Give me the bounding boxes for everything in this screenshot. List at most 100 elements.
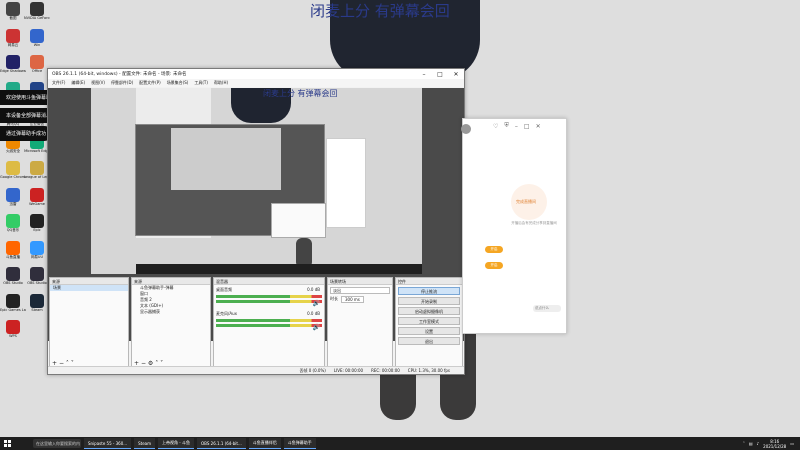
mixer-channel-db: 0.0 dB — [307, 287, 320, 292]
settings-button[interactable]: 设置 — [398, 327, 460, 335]
desktop-icon[interactable]: QQ音乐 — [0, 214, 26, 232]
volume-icon[interactable]: ♪ — [757, 441, 760, 446]
desktop-icon-label: 斗鱼直播 — [6, 254, 20, 259]
app-icon — [6, 267, 20, 281]
taskbar-item-label: 斗鱼弹幕助手 — [287, 440, 312, 445]
app-icon — [30, 240, 44, 255]
app-icon — [6, 55, 20, 69]
danmaku-toast: 通过弹幕助手成功 — [0, 126, 52, 141]
menu-help[interactable]: 帮助(H) — [214, 80, 228, 86]
minimize-icon[interactable]: – — [416, 71, 432, 78]
menu-profile[interactable]: 配置文件(P) — [139, 80, 161, 86]
app-icon — [6, 240, 20, 255]
toggle-button[interactable]: 开启 — [485, 246, 503, 253]
taskbar-item[interactable]: OBS 26.1.1 (64-bit... — [197, 438, 246, 449]
desktop-icon[interactable]: WPS — [0, 320, 26, 338]
desktop-icon[interactable]: NVIDIA GeForce — [24, 2, 50, 20]
toggle-button[interactable]: 开启 — [485, 262, 503, 269]
taskbar-search[interactable]: 在这里输入你要搜索的内容 — [33, 439, 81, 448]
app-icon — [30, 2, 44, 16]
desktop-icon-label: 迅雷 — [9, 201, 17, 206]
desktop-icon-label: NVIDIA GeForce — [24, 16, 50, 20]
desktop-icon[interactable]: 截图 — [0, 2, 26, 20]
taskbar-clock[interactable]: 8:16 2021/12/28 — [763, 439, 786, 449]
desktop-icon[interactable]: OBS Studio — [0, 267, 26, 285]
transition-select[interactable]: 淡出 — [330, 287, 390, 294]
desktop-icon[interactable]: 网易云 — [0, 28, 26, 47]
scenes-dock-header: 来源 — [50, 278, 128, 285]
desktop-icon-label: Edge Shadowsocks — [0, 69, 26, 73]
avatar[interactable] — [461, 124, 471, 134]
desktop-icon[interactable]: 斗鱼直播 — [0, 240, 26, 259]
studio-mode-button[interactable]: 工作室模式 — [398, 317, 460, 325]
desktop-icon-label: Win — [33, 42, 41, 47]
desktop-icon[interactable]: Epic Games Launcher — [0, 293, 26, 312]
menu-view[interactable]: 视图(V) — [91, 80, 105, 86]
controls-dock: 控件 停止推流 开始录制 启动虚拟摄像机 工作室模式 设置 退出 — [395, 277, 463, 370]
audio-meter — [216, 295, 322, 298]
speaker-icon[interactable]: 🔊 — [313, 300, 320, 307]
network-icon[interactable]: ▤ — [749, 441, 753, 446]
notification-icon[interactable]: ▭ — [790, 441, 794, 446]
audio-meter — [216, 300, 322, 303]
speaker-icon[interactable]: 🔊 — [313, 324, 320, 331]
start-virtual-camera-button[interactable]: 启动虚拟摄像机 — [398, 307, 460, 315]
app-icon — [30, 28, 44, 43]
taskbar-item[interactable]: Steam — [134, 438, 156, 449]
app-icon — [30, 187, 44, 202]
minimize-icon[interactable]: – — [515, 123, 518, 130]
menu-edit[interactable]: 编辑(E) — [71, 80, 85, 86]
taskbar-item[interactable]: 斗鱼弹幕助手 — [283, 438, 316, 449]
transitions-dock: 场景转场 淡出 时长 300 ms — [327, 277, 393, 370]
app-icon — [30, 55, 44, 69]
shield-icon[interactable]: ⛨ — [504, 122, 509, 130]
maximize-icon[interactable]: □ — [524, 123, 530, 130]
windows-start-icon[interactable] — [3, 439, 13, 449]
desktop-icon[interactable]: Edge Shadowsocks — [0, 55, 26, 73]
taskbar-item-label: 上帝视角 - 斗鱼 — [162, 440, 191, 445]
heart-icon[interactable]: ♡ — [493, 123, 498, 130]
chat-input[interactable]: 说点什么 — [533, 305, 561, 312]
app-icon — [6, 161, 20, 175]
menu-scene-collection[interactable]: 场景集合(S) — [167, 80, 189, 86]
mixer-channel-name: 桌面音频 — [216, 287, 232, 292]
app-icon — [6, 28, 20, 43]
close-icon[interactable]: ✕ — [448, 71, 464, 78]
close-icon[interactable]: ✕ — [536, 123, 541, 130]
desktop-icon-label: OBS Studio — [3, 281, 23, 285]
desktop-icon[interactable]: Google Chrome — [0, 161, 26, 179]
menu-docks[interactable]: 停靠部件(D) — [111, 80, 133, 86]
menu-file[interactable]: 文件(F) — [52, 80, 65, 86]
app-icon — [6, 214, 20, 228]
desktop-icon-label: WPS — [9, 334, 17, 338]
start-recording-button[interactable]: 开始录制 — [398, 297, 460, 305]
taskbar-item[interactable]: 斗鱼直播伴侣 — [248, 438, 281, 449]
app-icon — [6, 2, 20, 16]
stop-streaming-button[interactable]: 停止推流 — [398, 287, 460, 295]
side-app-toolbar: ♡ ⛨ – □ ✕ — [463, 119, 566, 133]
exit-button[interactable]: 退出 — [398, 337, 460, 345]
mixer-channel-db: 0.0 dB — [307, 311, 320, 316]
maximize-icon[interactable]: □ — [432, 71, 448, 78]
duration-input[interactable]: 300 ms — [341, 296, 364, 303]
source-item[interactable]: 显示器捕获 — [132, 309, 210, 315]
mixer-channel-name: 麦克风/Aux — [216, 311, 237, 316]
menu-tools[interactable]: 工具(T) — [194, 80, 208, 86]
mixer-channel: 麦克风/Aux 0.0 dB 🔊 — [214, 309, 324, 333]
side-app-note: 开播后会有完成分享到直播间 — [511, 221, 557, 225]
obs-menubar: 文件(F) 编辑(E) 视图(V) 停靠部件(D) 配置文件(P) 场景集合(S… — [48, 79, 464, 87]
obs-preview-canvas[interactable]: 闭麦上分 有弹幕会回 — [91, 88, 422, 274]
app-icon — [30, 267, 44, 281]
desktop-icon[interactable]: 迅雷 — [0, 187, 26, 206]
chevron-up-icon[interactable]: ˄ — [743, 441, 745, 446]
desktop-icon-label: 火绒安全 — [6, 148, 20, 153]
taskbar-item[interactable]: Snipaste 55 - 360... — [84, 438, 132, 449]
obs-titlebar[interactable]: OBS 26.1.1 (64-bit, windows) - 配置文件: 未命名… — [48, 69, 464, 79]
desktop-icon[interactable]: Win — [24, 28, 50, 47]
taskbar-item-label: Steam — [138, 440, 152, 446]
obs-window[interactable]: OBS 26.1.1 (64-bit, windows) - 配置文件: 未命名… — [47, 68, 465, 375]
taskbar: 在这里输入你要搜索的内容 Snipaste 55 - 360... Steam … — [0, 437, 800, 450]
taskbar-item[interactable]: 上帝视角 - 斗鱼 — [158, 438, 195, 449]
scene-item[interactable]: 场景 — [50, 285, 128, 291]
side-app-window[interactable]: ♡ ⛨ – □ ✕ 完成直播间 开播后会有完成分享到直播间 开启 开启 说点什么 — [461, 118, 567, 334]
